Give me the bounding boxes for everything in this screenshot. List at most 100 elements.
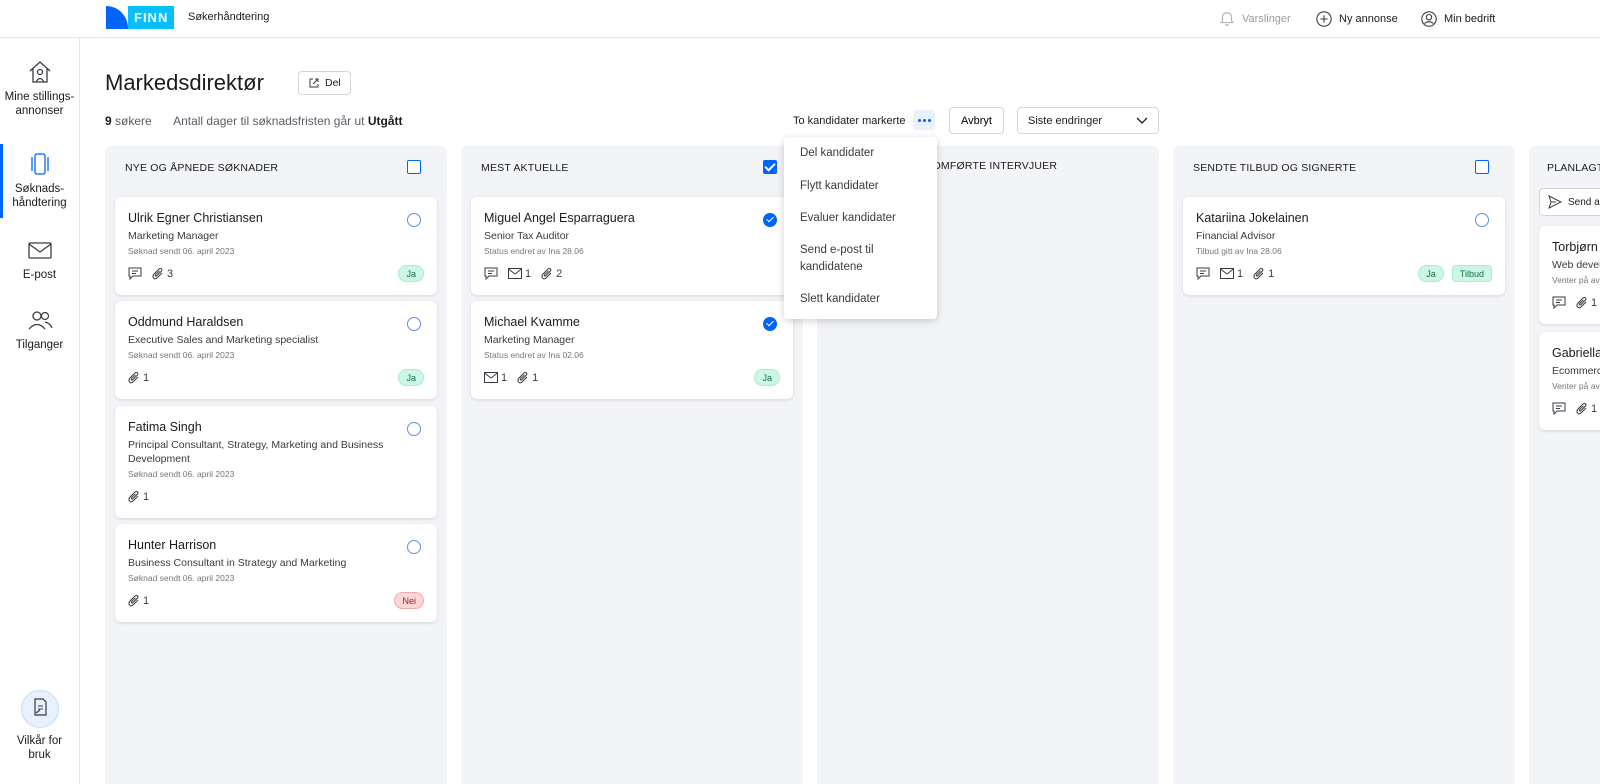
comment-icon bbox=[1196, 267, 1210, 280]
candidate-role: Senior Tax Auditor bbox=[484, 230, 570, 242]
candidate-name: Gabriella bbox=[1552, 346, 1600, 360]
candidate-select-radio[interactable] bbox=[407, 317, 421, 331]
paperclip-icon bbox=[1576, 296, 1587, 309]
card-badges: Ja bbox=[754, 369, 780, 386]
candidate-name: Fatima Singh bbox=[128, 420, 202, 434]
bell-icon bbox=[1219, 12, 1235, 26]
candidate-card[interactable]: Miguel Angel Esparraguera Senior Tax Aud… bbox=[471, 197, 793, 295]
candidate-card[interactable]: Katariina Jokelainen Financial Advisor T… bbox=[1183, 197, 1505, 295]
share-button[interactable]: Del bbox=[298, 71, 351, 95]
applicant-info: 9 søkere Antall dager til søknadsfristen… bbox=[105, 114, 403, 128]
column-select-checkbox[interactable] bbox=[407, 160, 421, 174]
page-title: Markedsdirektør bbox=[105, 70, 264, 95]
sidebar-item-label: Mine stillings-annonser bbox=[4, 91, 75, 117]
candidate-card[interactable]: Ulrik Egner Christiansen Marketing Manag… bbox=[115, 197, 437, 295]
dot-icon bbox=[917, 118, 921, 122]
candidate-name: Ulrik Egner Christiansen bbox=[128, 211, 263, 225]
sidebar-item-applications[interactable]: Søknads-håndtering bbox=[0, 144, 79, 218]
paperclip-icon bbox=[128, 594, 139, 607]
card-icons: 1 bbox=[128, 371, 149, 384]
attachments-count: 3 bbox=[167, 267, 174, 280]
sidebar-item-terms[interactable]: Vilkår for bruk bbox=[0, 690, 79, 762]
candidate-card[interactable]: Michael Kvamme Marketing Manager Status … bbox=[471, 301, 793, 399]
candidate-name: Oddmund Haraldsen bbox=[128, 315, 244, 329]
menu-item-share[interactable]: Del kandidater bbox=[800, 145, 925, 162]
candidate-select-radio[interactable] bbox=[763, 213, 777, 227]
column-title: SENDTE TILBUD OG SIGNERTE bbox=[1193, 162, 1357, 174]
envelope-icon bbox=[27, 242, 52, 259]
send-button[interactable]: Send av bbox=[1539, 188, 1600, 216]
cards-icon bbox=[30, 153, 49, 175]
card-icons: 1 bbox=[128, 594, 149, 607]
attachments-indicator: 1 bbox=[1253, 267, 1274, 280]
candidate-card[interactable]: Hunter Harrison Business Consultant in S… bbox=[115, 524, 437, 622]
sidebar-item-access[interactable]: Tilganger bbox=[0, 306, 79, 352]
offer-badge: Tilbud bbox=[1451, 265, 1492, 282]
column-select-checkbox[interactable] bbox=[1475, 160, 1489, 174]
status-badge: Ja bbox=[754, 369, 780, 386]
candidate-role: Financial Advisor bbox=[1196, 230, 1276, 242]
column-title: PLANLAGT bbox=[1547, 162, 1600, 174]
candidate-select-radio[interactable] bbox=[1475, 213, 1489, 227]
mails-count: 1 bbox=[501, 371, 508, 384]
attachments-count: 1 bbox=[1268, 267, 1275, 280]
candidate-select-radio[interactable] bbox=[407, 422, 421, 436]
paperclip-icon bbox=[152, 267, 163, 280]
column-title: NYE OG ÅPNEDE SØKNADER bbox=[125, 162, 279, 174]
candidate-meta: Venter på av bbox=[1552, 275, 1600, 285]
card-icons: 1 bbox=[1552, 296, 1597, 309]
sort-select[interactable]: Siste endringer bbox=[1017, 107, 1159, 134]
comments-indicator bbox=[1196, 267, 1210, 280]
card-badges: Ja bbox=[398, 265, 424, 282]
sidebar: Mine stillings-annonser Søknads-håndteri… bbox=[0, 38, 80, 784]
attachments-indicator: 1 bbox=[1576, 402, 1597, 415]
candidate-role: Marketing Manager bbox=[484, 334, 575, 346]
comments-indicator bbox=[1552, 402, 1566, 415]
candidate-card[interactable]: Oddmund Haraldsen Executive Sales and Ma… bbox=[115, 301, 437, 399]
paperclip-icon bbox=[541, 267, 552, 280]
more-options-button[interactable] bbox=[913, 110, 935, 130]
menu-item-email[interactable]: Send e-post til kandidatene bbox=[800, 242, 925, 276]
column-title: NNOMFØRTE INTERVJUER bbox=[917, 160, 1058, 172]
candidate-select-radio[interactable] bbox=[407, 213, 421, 227]
plus-circle-icon bbox=[1316, 11, 1332, 27]
my-company-label: Min bedrift bbox=[1444, 13, 1496, 25]
attachments-count: 1 bbox=[1591, 296, 1598, 309]
candidate-name: Torbjørn bbox=[1552, 240, 1598, 254]
candidate-role: Marketing Manager bbox=[128, 230, 219, 242]
attachments-indicator: 3 bbox=[152, 267, 173, 280]
column-select-checkbox[interactable] bbox=[763, 160, 777, 174]
mails-count: 1 bbox=[525, 267, 532, 280]
comment-icon bbox=[128, 267, 142, 280]
attachments-count: 1 bbox=[143, 371, 150, 384]
dot-icon bbox=[922, 118, 926, 122]
paperclip-icon bbox=[128, 490, 139, 503]
attachments-count: 1 bbox=[143, 594, 150, 607]
applicant-suffix: søkere bbox=[115, 114, 152, 128]
menu-item-evaluate[interactable]: Evaluer kandidater bbox=[800, 210, 925, 227]
finn-logo[interactable]: FINN bbox=[106, 6, 175, 29]
card-icons: 1 2 bbox=[484, 267, 562, 280]
sidebar-footer-label: Vilkår for bruk bbox=[16, 735, 63, 761]
attachments-count: 1 bbox=[532, 371, 539, 384]
cancel-button[interactable]: Avbryt bbox=[949, 107, 1004, 134]
top-bar: FINN Søkerhåndtering Varslinger Ny annon… bbox=[0, 0, 1600, 38]
notifications-link[interactable]: Varslinger bbox=[1218, 8, 1291, 30]
candidate-card[interactable]: Torbjørn Web devel Venter på av 1 bbox=[1539, 226, 1600, 324]
card-badges: Ja Tilbud bbox=[1418, 265, 1492, 282]
candidate-select-radio[interactable] bbox=[407, 540, 421, 554]
menu-item-delete[interactable]: Slett kandidater bbox=[800, 291, 925, 308]
candidate-card[interactable]: Gabriella Ecommerc Venter på av 1 bbox=[1539, 332, 1600, 430]
send-icon bbox=[1548, 195, 1562, 209]
new-ad-link[interactable]: Ny annonse bbox=[1315, 8, 1398, 30]
my-company-link[interactable]: Min bedrift bbox=[1420, 8, 1495, 30]
candidate-role: Ecommerc bbox=[1552, 365, 1600, 377]
candidate-select-radio[interactable] bbox=[763, 317, 777, 331]
sidebar-item-email[interactable]: E-post bbox=[0, 236, 79, 282]
sidebar-item-job-ads[interactable]: Mine stillings-annonser bbox=[0, 58, 79, 118]
menu-item-move[interactable]: Flytt kandidater bbox=[800, 178, 925, 195]
app-name: Søkerhåndtering bbox=[188, 11, 270, 23]
column-new-applications: NYE OG ÅPNEDE SØKNADER Ulrik Egner Chris… bbox=[105, 146, 447, 784]
attachments-indicator: 1 bbox=[128, 371, 149, 384]
candidate-card[interactable]: Fatima Singh Principal Consultant, Strat… bbox=[115, 406, 437, 518]
